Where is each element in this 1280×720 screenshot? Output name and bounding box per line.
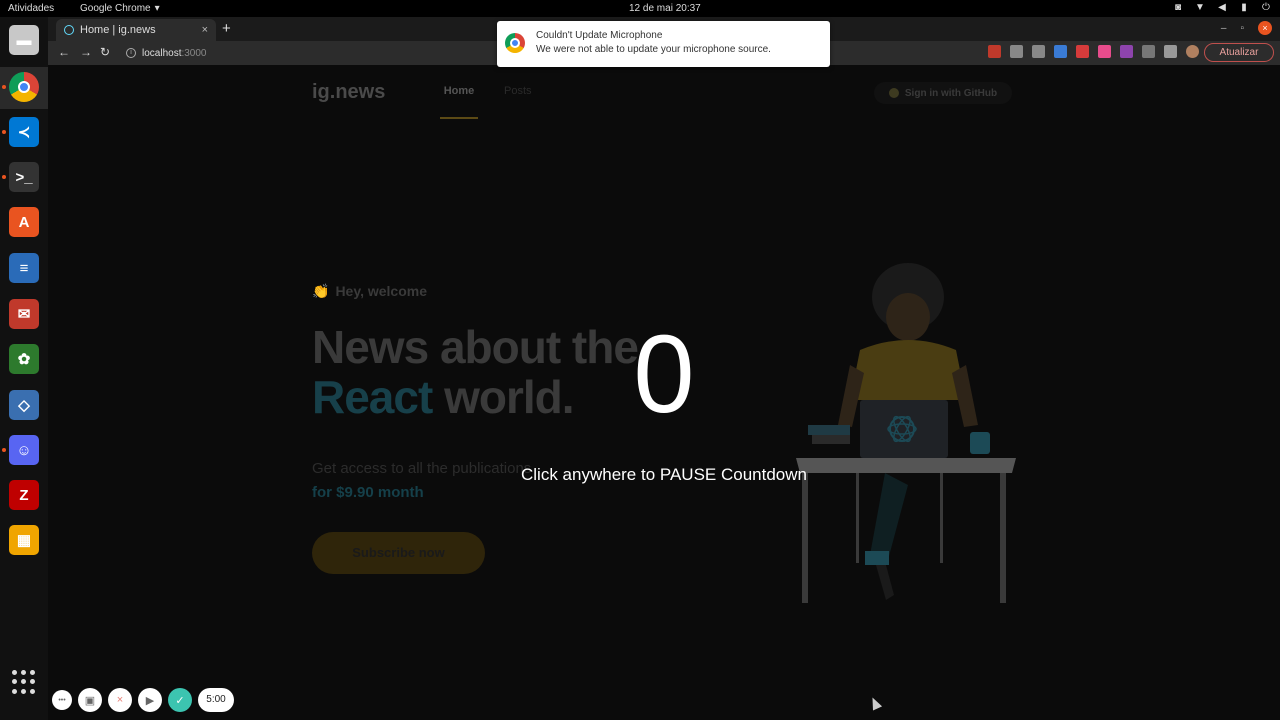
extension-icon[interactable] <box>1054 45 1067 58</box>
back-button[interactable]: ← <box>58 45 70 59</box>
chrome-icon[interactable] <box>9 72 39 102</box>
welcome-text: 👏 Hey, welcome <box>312 283 427 300</box>
github-icon <box>888 88 899 98</box>
extension-icon[interactable] <box>1098 45 1111 58</box>
close-window-button[interactable]: × <box>1258 21 1272 35</box>
nav-posts-link[interactable]: Posts <box>504 85 532 97</box>
chrome-icon <box>505 33 525 53</box>
nav-home-link[interactable]: Home <box>440 85 478 97</box>
profile-avatar[interactable] <box>1186 45 1199 58</box>
subscribe-button[interactable]: Subscribe now <box>312 532 485 574</box>
forward-button[interactable]: → <box>80 45 92 59</box>
extension-icon[interactable] <box>1120 45 1133 58</box>
new-tab-button[interactable]: + <box>222 20 231 37</box>
address-bar[interactable]: i localhost:3000 <box>120 43 520 63</box>
volume-icon[interactable]: ◀ <box>1216 2 1228 14</box>
tab-close-icon[interactable]: × <box>202 24 208 36</box>
vscode-icon[interactable]: ≺ <box>9 117 39 147</box>
system-tray[interactable]: ◙ ▼ ◀ ▮ ⏻ <box>1172 2 1272 14</box>
bookmark-star-icon[interactable] <box>1032 45 1045 58</box>
discord-icon[interactable]: ☺ <box>9 435 39 465</box>
countdown-hint[interactable]: Click anywhere to PAUSE Countdown <box>48 465 1280 485</box>
dock: ▬ ≺ >_ A ≡ ✉ ✿ ◇ ☺ Z ▦ <box>0 17 48 720</box>
postman-icon[interactable]: ✉ <box>9 299 39 329</box>
nav-active-indicator <box>440 117 478 119</box>
more-options-button[interactable]: ••• <box>52 690 72 710</box>
recording-timer: 5:00 <box>198 688 234 712</box>
document-icon[interactable]: ≡ <box>9 253 39 283</box>
url-host: localhost <box>142 47 182 59</box>
signin-label: Sign in with GitHub <box>904 87 998 99</box>
app-menu-label: Google Chrome <box>80 3 151 14</box>
extensions-puzzle-icon[interactable] <box>1164 45 1177 58</box>
running-indicator <box>2 85 6 89</box>
activities-button[interactable]: Atividades <box>8 3 54 14</box>
cancel-recording-button[interactable]: × <box>108 688 132 712</box>
tab-home[interactable]: Home | ig.news × <box>56 19 216 41</box>
network-icon[interactable]: ◇ <box>9 390 39 420</box>
tab-title: Home | ig.news <box>80 24 156 36</box>
react-favicon-icon <box>64 25 74 35</box>
show-applications-icon[interactable] <box>12 670 36 694</box>
chevron-down-icon: ▾ <box>154 3 160 14</box>
running-indicator <box>2 175 6 179</box>
discord-icon[interactable]: ◙ <box>1172 2 1184 14</box>
extension-icon[interactable] <box>988 45 1001 58</box>
play-pause-icon[interactable]: ▶ <box>138 688 162 712</box>
notification-body: We were not able to update your micropho… <box>536 44 771 55</box>
recorder-controls: ••• ▣ × ▶ ✓ 5:00 <box>52 688 234 712</box>
maximize-button[interactable]: ▫ <box>1240 23 1244 34</box>
finish-recording-button[interactable]: ✓ <box>168 688 192 712</box>
site-info-icon[interactable]: i <box>126 48 136 58</box>
welcome-label: Hey, welcome <box>335 283 427 299</box>
files-icon[interactable]: ▬ <box>9 25 39 55</box>
clap-icon: 👏 <box>312 283 330 299</box>
screenshot-icon[interactable]: ▣ <box>78 688 102 712</box>
extension-icon[interactable] <box>1142 45 1155 58</box>
gnome-top-bar: Atividades Google Chrome ▾ 12 de mai 20:… <box>0 0 1280 17</box>
chrome-window: Home | ig.news × + – ▫ × ← → ↻ i localho… <box>48 17 1280 720</box>
web-page[interactable]: ig.news Home Posts Sign in with GitHub 👏… <box>48 65 1280 720</box>
wifi-icon[interactable]: ▼ <box>1194 2 1206 14</box>
calculator-icon[interactable]: ▦ <box>9 525 39 555</box>
reload-button[interactable]: ↻ <box>100 45 110 59</box>
extension-icon[interactable] <box>1076 45 1089 58</box>
clock[interactable]: 12 de mai 20:37 <box>629 3 701 14</box>
update-button[interactable]: Atualizar <box>1204 43 1274 62</box>
terminal-icon[interactable]: >_ <box>9 162 39 192</box>
running-indicator <box>2 130 6 134</box>
notification-title: Couldn't Update Microphone <box>536 30 663 41</box>
software-store-icon[interactable]: A <box>9 207 39 237</box>
app-menu[interactable]: Google Chrome ▾ <box>80 3 160 14</box>
extension-icons <box>988 45 1199 58</box>
minimize-button[interactable]: – <box>1221 23 1227 34</box>
countdown-digit[interactable]: 0 <box>48 320 1280 430</box>
power-icon[interactable]: ⏻ <box>1260 2 1272 14</box>
hero-illustration <box>796 263 1016 603</box>
url-port: :3000 <box>181 47 207 59</box>
filezilla-icon[interactable]: Z <box>9 480 39 510</box>
running-indicator <box>2 448 6 452</box>
cards-icon[interactable]: ✿ <box>9 344 39 374</box>
notification-popup[interactable]: Couldn't Update Microphone We were not a… <box>497 21 830 67</box>
battery-icon[interactable]: ▮ <box>1238 2 1250 14</box>
install-app-icon[interactable] <box>1010 45 1023 58</box>
signin-github-button[interactable]: Sign in with GitHub <box>874 82 1012 104</box>
price: for $9.90 month <box>312 484 424 501</box>
window-controls: – ▫ × <box>1221 21 1272 35</box>
site-logo[interactable]: ig.news <box>312 81 385 104</box>
